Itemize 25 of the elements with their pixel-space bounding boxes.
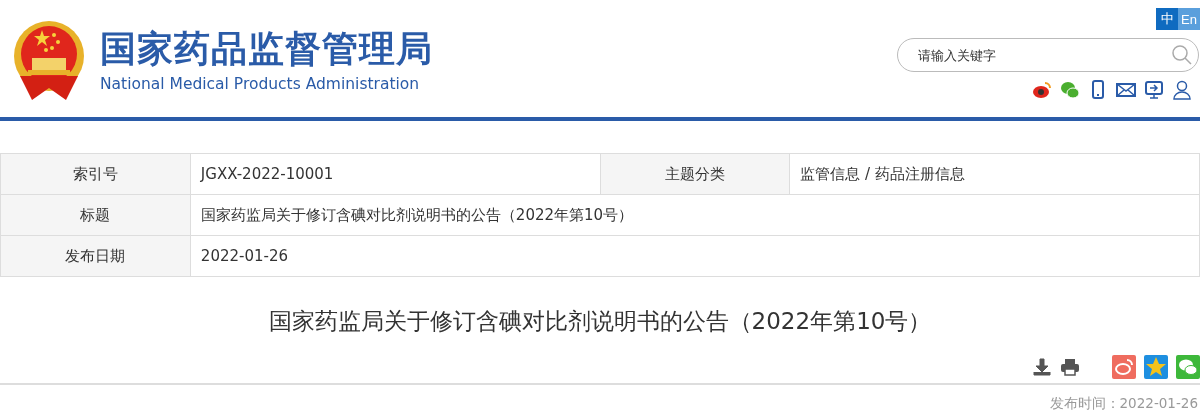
user-icon[interactable] [1172, 80, 1192, 100]
field-value: 2022-01-26 [190, 235, 1200, 277]
language-tab[interactable]: 中 [1156, 8, 1178, 30]
weibo-icon[interactable] [1032, 80, 1052, 100]
site-title: 国家药品监督管理局 [100, 28, 433, 69]
publish-time: 发布时间：2022-01-26 [1048, 395, 1199, 413]
field-label: 主题分类 [600, 153, 790, 195]
wechat-icon[interactable] [1060, 80, 1080, 100]
field-label: 标题 [0, 194, 191, 236]
field-label: 发布日期 [0, 235, 191, 277]
printer-icon[interactable] [1060, 357, 1080, 377]
field-label: 索引号 [0, 153, 191, 195]
site-subtitle: National Medical Products Administration [100, 74, 421, 93]
monitor-icon[interactable] [1144, 80, 1164, 100]
search-field[interactable]: 请输入关键字 [897, 38, 1199, 72]
language-tab[interactable]: En [1178, 8, 1200, 30]
field-value: JGXX-2022-10001 [190, 153, 600, 195]
download-icon[interactable] [1032, 357, 1052, 377]
weibo-share-icon[interactable] [1112, 355, 1136, 379]
mail-icon[interactable] [1116, 80, 1136, 100]
article-title: 国家药监局关于修订含碘对比剂说明书的公告（2022年第10号） [267, 307, 933, 336]
field-value: 国家药监局关于修订含碘对比剂说明书的公告（2022年第10号） [190, 194, 1200, 236]
star-share-icon[interactable] [1144, 355, 1168, 379]
field-value: 监管信息 / 药品注册信息 [789, 153, 1200, 195]
wechat-share-icon[interactable] [1176, 355, 1200, 379]
